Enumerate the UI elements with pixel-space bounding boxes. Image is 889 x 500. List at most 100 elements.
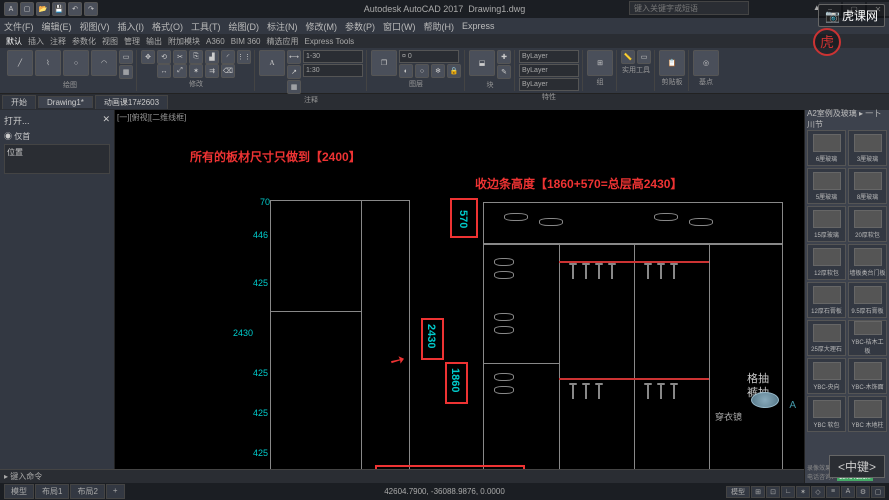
- sb-model[interactable]: 模型: [726, 486, 750, 498]
- ribbon-tab[interactable]: 视图: [102, 36, 118, 47]
- sb-workspace-icon[interactable]: ⚙: [856, 486, 870, 498]
- undo-icon[interactable]: ↶: [68, 2, 82, 16]
- dim-icon[interactable]: ⟷: [287, 50, 301, 64]
- dimstyle-dropdown[interactable]: 1-30: [303, 50, 363, 63]
- new-icon[interactable]: ▢: [20, 2, 34, 16]
- app-icon[interactable]: A: [4, 2, 18, 16]
- viewcube-a-icon[interactable]: A: [789, 400, 796, 411]
- layer-lock-icon[interactable]: 🔒: [447, 64, 461, 78]
- palette-item[interactable]: YBC 软包: [807, 396, 846, 432]
- linetype-dropdown[interactable]: ByLayer: [519, 64, 579, 77]
- base-icon[interactable]: ◎: [693, 50, 719, 76]
- leader-icon[interactable]: ↗: [287, 65, 301, 79]
- menu-item[interactable]: 插入(I): [118, 20, 145, 33]
- panel-filter[interactable]: ◉ 仅首: [4, 131, 110, 142]
- layer-dropdown[interactable]: ¤ 0: [399, 50, 459, 63]
- circle-icon[interactable]: ○: [63, 50, 89, 76]
- menu-item[interactable]: 编辑(E): [42, 20, 72, 33]
- layout-tab[interactable]: 布局1: [35, 484, 69, 499]
- palette-item[interactable]: 墙板类台门板: [848, 244, 887, 280]
- sb-clean-icon[interactable]: ▢: [871, 486, 885, 498]
- pline-icon[interactable]: ⌇: [35, 50, 61, 76]
- sb-ortho-icon[interactable]: ∟: [781, 486, 795, 498]
- layer-iso-icon[interactable]: ◐: [399, 64, 413, 78]
- scale-dropdown[interactable]: 1:30: [303, 64, 363, 77]
- ribbon-tab[interactable]: 输出: [146, 36, 162, 47]
- panel-open[interactable]: 打开...: [4, 114, 30, 127]
- rotate-icon[interactable]: ⟲: [157, 50, 171, 64]
- ribbon-tab[interactable]: 参数化: [72, 36, 96, 47]
- block-create-icon[interactable]: ✚: [497, 50, 511, 64]
- redo-icon[interactable]: ↷: [84, 2, 98, 16]
- scale-icon[interactable]: ⤢: [173, 64, 187, 78]
- menu-item[interactable]: 标注(N): [267, 20, 298, 33]
- paste-icon[interactable]: 📋: [659, 50, 685, 76]
- menu-item[interactable]: 参数(P): [345, 20, 375, 33]
- lineweight-dropdown[interactable]: ByLayer: [519, 78, 579, 91]
- sb-osnap-icon[interactable]: ◇: [811, 486, 825, 498]
- palette-item[interactable]: 25厚大理石: [807, 320, 846, 356]
- palette-item[interactable]: 6厘玻璃: [807, 130, 846, 166]
- sb-polar-icon[interactable]: ✶: [796, 486, 810, 498]
- sb-snap-icon[interactable]: ⊡: [766, 486, 780, 498]
- mirror-icon[interactable]: ▟: [205, 50, 219, 64]
- arc-icon[interactable]: ◠: [91, 50, 117, 76]
- layer-prop-icon[interactable]: ❐: [371, 50, 397, 76]
- ribbon-tab[interactable]: 附加模块: [168, 36, 200, 47]
- array-icon[interactable]: ⋮⋮: [237, 50, 251, 64]
- hatch-icon[interactable]: ▦: [119, 65, 133, 79]
- open-icon[interactable]: 📂: [36, 2, 50, 16]
- layer-off-icon[interactable]: ○: [415, 64, 429, 78]
- ribbon-tab[interactable]: Express Tools: [304, 37, 354, 46]
- group-icon[interactable]: ⊞: [587, 50, 613, 76]
- erase-icon[interactable]: ⌫: [221, 64, 235, 78]
- explode-icon[interactable]: ✶: [189, 64, 203, 78]
- palette-item[interactable]: 8厘玻璃: [848, 168, 887, 204]
- palette-item[interactable]: YBC 木地柱: [848, 396, 887, 432]
- ribbon-tab[interactable]: 管理: [124, 36, 140, 47]
- menu-item[interactable]: Express: [462, 21, 495, 31]
- palette-item[interactable]: 20厚软包: [848, 206, 887, 242]
- table-icon[interactable]: ▦: [287, 80, 301, 94]
- stretch-icon[interactable]: ↔: [157, 64, 171, 78]
- ribbon-tab[interactable]: 默认: [6, 36, 22, 47]
- palette-item[interactable]: 15厚玻璃: [807, 206, 846, 242]
- command-line[interactable]: ▸ 键入命令: [0, 469, 804, 483]
- viewport-label[interactable]: [一][俯视][二维线框]: [117, 112, 186, 123]
- palette-item[interactable]: YBC-央向: [807, 358, 846, 394]
- ribbon-tab[interactable]: 插入: [28, 36, 44, 47]
- save-icon[interactable]: 💾: [52, 2, 66, 16]
- ribbon-tab[interactable]: 精选应用: [266, 36, 298, 47]
- menu-item[interactable]: 文件(F): [4, 20, 34, 33]
- palette-item[interactable]: YBC-木饰面: [848, 358, 887, 394]
- ribbon-tab[interactable]: 注释: [50, 36, 66, 47]
- rect-icon[interactable]: ▭: [119, 50, 133, 64]
- layout-tab[interactable]: +: [106, 484, 125, 499]
- fillet-icon[interactable]: ◜: [221, 50, 235, 64]
- menu-item[interactable]: 格式(O): [152, 20, 183, 33]
- palette-item[interactable]: YBC-桔木工板: [848, 320, 887, 356]
- text-icon[interactable]: A: [259, 50, 285, 76]
- file-tab[interactable]: 动画课17#2603: [95, 95, 168, 109]
- palette-item[interactable]: 12厚软包: [807, 244, 846, 280]
- menu-item[interactable]: 视图(V): [80, 20, 110, 33]
- copy-icon[interactable]: ⎘: [189, 50, 203, 64]
- palette-item[interactable]: 9.5厚石膏板: [848, 282, 887, 318]
- offset-icon[interactable]: ⇉: [205, 64, 219, 78]
- panel-close-icon[interactable]: ✕: [102, 114, 110, 127]
- sb-anno-icon[interactable]: A: [841, 486, 855, 498]
- qat[interactable]: A ▢ 📂 💾 ↶ ↷: [4, 2, 98, 16]
- layer-freeze-icon[interactable]: ❄: [431, 64, 445, 78]
- ribbon-tab[interactable]: A360: [206, 37, 225, 46]
- menu-item[interactable]: 帮助(H): [424, 20, 455, 33]
- move-icon[interactable]: ✥: [141, 50, 155, 64]
- select-icon[interactable]: ▭: [637, 50, 651, 64]
- file-tab[interactable]: 开始: [2, 95, 36, 109]
- drawing-canvas[interactable]: [一][俯视][二维线框] 所有的板材尺寸只做到【2400】 收边条高度【186…: [115, 110, 804, 483]
- trim-icon[interactable]: ✂: [173, 50, 187, 64]
- file-tab[interactable]: Drawing1*: [38, 96, 93, 108]
- palette-item[interactable]: 5厘玻璃: [807, 168, 846, 204]
- block-edit-icon[interactable]: ✎: [497, 65, 511, 79]
- layout-tab[interactable]: 布局2: [70, 484, 104, 499]
- search-input[interactable]: 键入关键字或短语: [629, 1, 749, 15]
